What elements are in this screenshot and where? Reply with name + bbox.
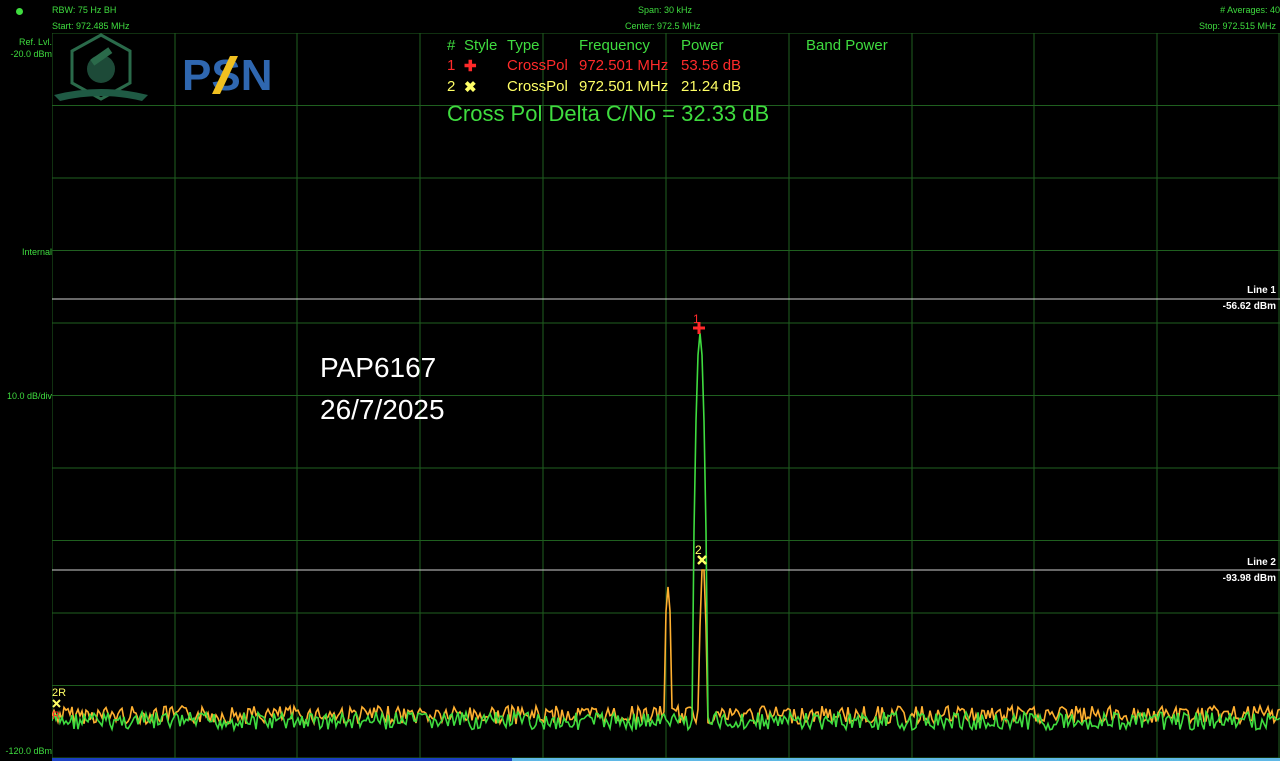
span-label: Span: 30 kHz (638, 5, 693, 15)
plot-grid (52, 33, 1280, 761)
marker-2-power: 21.24 dB (681, 78, 742, 95)
line-1-name: Line 1 (1247, 285, 1276, 296)
col-style: Style (464, 37, 498, 54)
psn-logo: PSN (182, 50, 278, 100)
line-2-value: -93.98 dBm (1222, 573, 1276, 584)
x-icon: ✖ (464, 79, 477, 96)
averages-label: # Averages: 40 (1220, 5, 1280, 15)
internal-label: Internal (21, 247, 52, 257)
marker-row-1[interactable]: 1 ✚ CrossPol 972.501 MHz 53.56 dB (447, 57, 747, 75)
marker-2-label: 2 (695, 543, 702, 557)
rbw-label: RBW: 75 Hz BH (52, 5, 117, 15)
bottom-level-label: -120.0 dBm (5, 746, 52, 756)
marker-2-type: CrossPol (507, 78, 568, 95)
scale-label: 10.0 dB/div (6, 391, 52, 401)
ref-2r-label: 2R (52, 687, 66, 699)
marker-1-frequency: 972.501 MHz (579, 57, 669, 74)
reference-markers: 2R R (52, 687, 66, 722)
marker-2-num: 2 (447, 78, 456, 95)
ref-r-label: R (52, 710, 60, 722)
col-power: Power (681, 37, 724, 54)
col-frequency: Frequency (579, 37, 650, 54)
plus-icon: ✚ (464, 58, 477, 75)
marker-2[interactable]: 2 (695, 543, 707, 565)
line-2-name: Line 2 (1247, 557, 1276, 568)
stop-frequency-label: Stop: 972.515 MHz (1198, 21, 1276, 31)
marker-1-type: CrossPol (507, 57, 568, 74)
spectrum-plot[interactable]: 1 2 2R R (52, 33, 1280, 761)
marker-row-2[interactable]: 2 ✖ CrossPol 972.501 MHz 21.24 dB (447, 78, 747, 96)
status-indicator (16, 8, 23, 15)
marker-1-power: 53.56 dB (681, 57, 742, 74)
col-type: Type (507, 37, 540, 54)
col-band-power: Band Power (806, 37, 888, 54)
cross-pol-delta: Cross Pol Delta C/No = 32.33 dB (447, 101, 770, 126)
start-frequency-label: Start: 972.485 MHz (52, 21, 130, 31)
line-1-value: -56.62 dBm (1222, 301, 1276, 312)
annotation-date: 26/7/2025 (320, 394, 445, 425)
marker-table-header: # Style Type Frequency Power Band Power (447, 37, 907, 55)
annotation-id: PAP6167 (320, 352, 437, 383)
ref-level-value: -20.0 dBm (10, 49, 52, 59)
marker-2-frequency: 972.501 MHz (579, 78, 669, 95)
marker-1-label: 1 (693, 312, 700, 326)
satellite-badge-logo (54, 33, 148, 101)
marker-1-num: 1 (447, 57, 456, 74)
ref-level-label: Ref. Lvl. (18, 37, 52, 47)
center-frequency-label: Center: 972.5 MHz (625, 21, 701, 31)
col-num: # (447, 37, 456, 54)
